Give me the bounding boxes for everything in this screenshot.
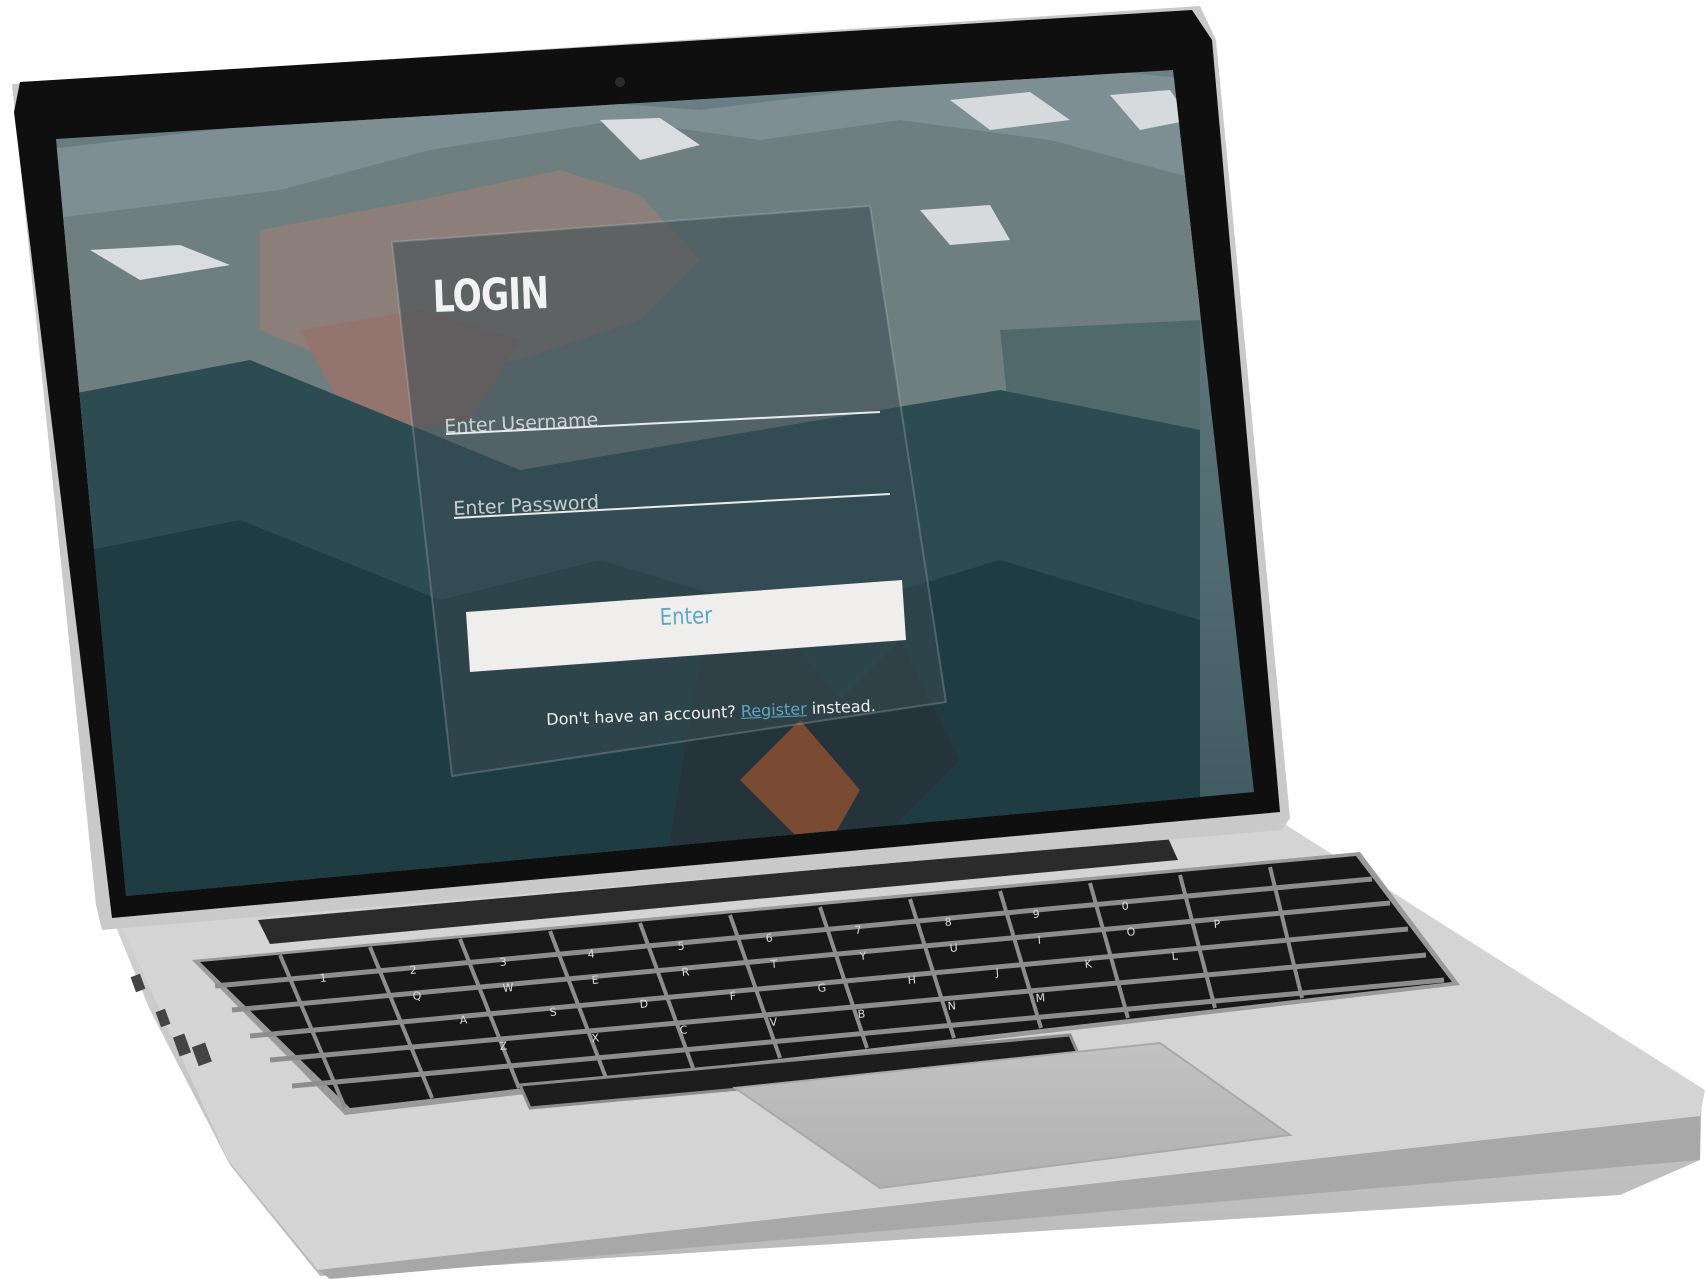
photo-stage: 1 2 3 4 5 6 7 8 9 0 Q W E R T Y U I O P [0,0,1705,1279]
svg-text:Y: Y [858,949,867,963]
register-link[interactable]: Register [740,699,807,721]
svg-text:3: 3 [499,955,507,969]
svg-text:9: 9 [1032,907,1040,921]
svg-text:F: F [729,989,736,1003]
svg-text:R: R [681,965,690,979]
svg-text:Q: Q [412,989,422,1003]
svg-text:E: E [591,973,599,987]
svg-text:D: D [639,997,649,1011]
svg-text:7: 7 [854,923,862,937]
svg-text:O: O [1126,925,1136,939]
svg-text:M: M [1035,991,1046,1005]
svg-text:8: 8 [944,915,952,929]
svg-text:1: 1 [319,971,327,985]
svg-text:W: W [502,981,514,995]
svg-text:B: B [857,1007,866,1021]
svg-text:U: U [949,941,958,955]
svg-text:S: S [549,1005,557,1019]
svg-text:T: T [769,957,778,971]
svg-text:5: 5 [677,939,685,953]
svg-text:2: 2 [409,963,417,977]
svg-text:6: 6 [765,931,773,945]
svg-text:N: N [947,999,956,1013]
svg-text:H: H [907,973,916,987]
svg-text:4: 4 [587,947,595,961]
enter-button-label: Enter [659,603,713,631]
svg-text:C: C [679,1023,688,1037]
svg-text:0: 0 [1121,899,1129,913]
login-heading: LOGIN [431,267,550,323]
svg-text:G: G [817,981,827,995]
register-prompt-suffix: instead. [806,696,877,719]
